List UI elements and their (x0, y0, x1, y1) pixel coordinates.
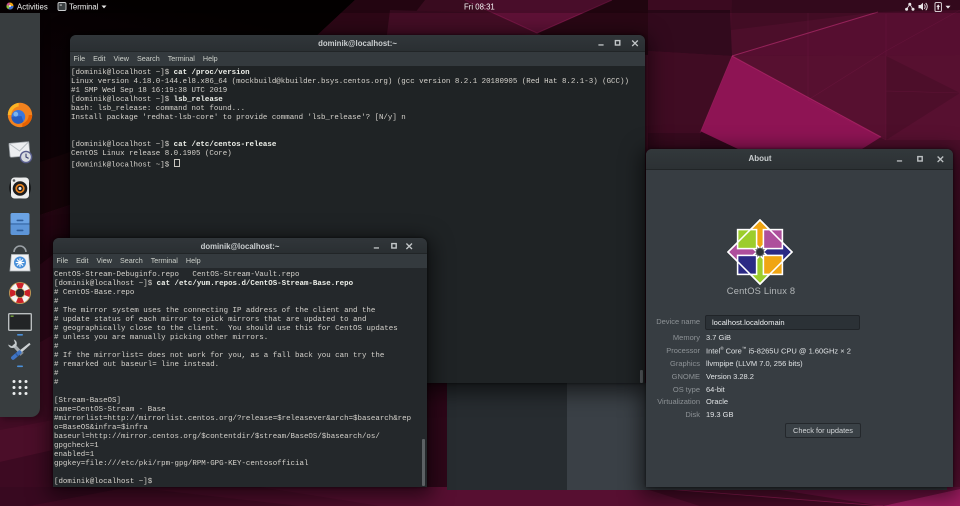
svg-text:Activities: Activities (17, 2, 48, 11)
svg-text:Fri 08:31: Fri 08:31 (464, 2, 495, 11)
svg-text:Terminal: Terminal (69, 2, 99, 11)
